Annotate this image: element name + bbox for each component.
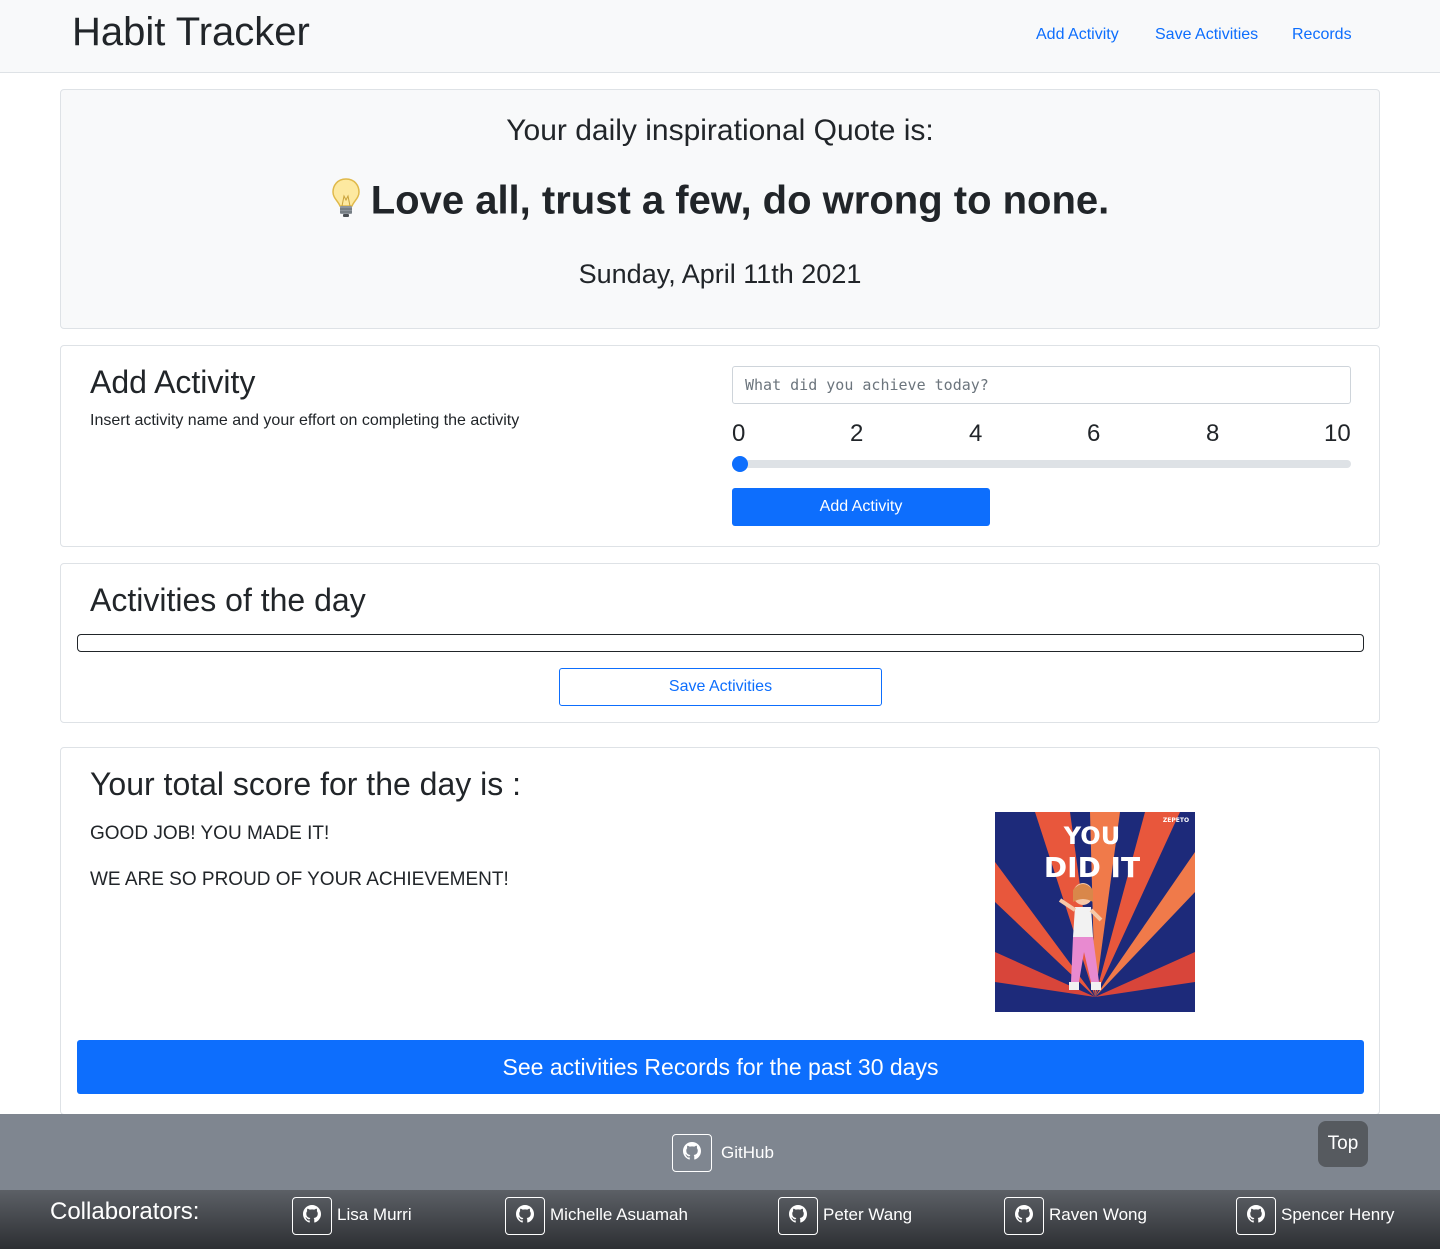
- collaborator-name[interactable]: Raven Wong: [1049, 1205, 1147, 1225]
- score-card: Your total score for the day is : GOOD J…: [60, 747, 1380, 1115]
- collaborator-name[interactable]: Lisa Murri: [337, 1205, 412, 1225]
- github-icon: [516, 1204, 534, 1228]
- nav-add-activity[interactable]: Add Activity: [1036, 26, 1119, 44]
- collaborator-name[interactable]: Spencer Henry: [1281, 1205, 1394, 1225]
- image-caption: DID IT: [1044, 851, 1140, 884]
- collaborator-github-link[interactable]: [778, 1197, 818, 1235]
- nav-records[interactable]: Records: [1292, 26, 1352, 44]
- collaborator-github-link[interactable]: [1004, 1197, 1044, 1235]
- score-title: Your total score for the day is :: [90, 766, 522, 802]
- add-activity-title: Add Activity: [90, 364, 256, 400]
- github-link[interactable]: [672, 1134, 712, 1172]
- activities-title: Activities of the day: [90, 582, 366, 618]
- github-icon: [1247, 1204, 1265, 1228]
- navbar: Habit Tracker Add Activity Save Activiti…: [0, 0, 1440, 73]
- add-activity-description: Insert activity name and your effort on …: [90, 412, 520, 429]
- brand-title[interactable]: Habit Tracker: [72, 10, 310, 55]
- collaborator-github-link[interactable]: [292, 1197, 332, 1235]
- slider-tick-label: 8: [1206, 420, 1220, 447]
- footer-collaborators-bar: Collaborators: Lisa Murri Michelle Asuam…: [0, 1190, 1440, 1249]
- github-icon: [683, 1141, 701, 1165]
- add-activity-button[interactable]: Add Activity: [732, 488, 990, 526]
- collaborator-github-link[interactable]: [1236, 1197, 1276, 1235]
- collaborator-github-link[interactable]: [505, 1197, 545, 1235]
- you-did-it-image: YOU DID IT ZEPETO: [995, 812, 1195, 1012]
- slider-tick-label: 6: [1087, 420, 1101, 447]
- slider-tick-label: 4: [969, 420, 983, 447]
- collaborators-label: Collaborators:: [50, 1198, 200, 1225]
- slider-tick-label: 0: [732, 420, 746, 447]
- activities-list: [77, 634, 1364, 652]
- slider-tick-label: 2: [850, 420, 864, 447]
- score-message: WE ARE SO PROUD OF YOUR ACHIEVEMENT!: [90, 869, 509, 890]
- add-activity-card: Add Activity Insert activity name and yo…: [60, 345, 1380, 547]
- quote-intro: Your daily inspirational Quote is:: [506, 114, 934, 147]
- nav-save-activities[interactable]: Save Activities: [1155, 26, 1258, 44]
- effort-slider-track[interactable]: [732, 460, 1351, 468]
- github-icon: [1015, 1204, 1033, 1228]
- footer-github-bar: GitHub: [0, 1114, 1440, 1190]
- github-icon: [789, 1204, 807, 1228]
- image-brand: ZEPETO: [1163, 817, 1189, 824]
- activity-name-input[interactable]: [732, 366, 1351, 404]
- score-message: GOOD JOB! YOU MADE IT!: [90, 823, 330, 844]
- lightbulb-icon: [331, 177, 361, 229]
- github-label[interactable]: GitHub: [721, 1143, 774, 1163]
- quote-card: Your daily inspirational Quote is: Love …: [60, 89, 1380, 329]
- activities-card: Activities of the day Save Activities: [60, 563, 1380, 723]
- save-activities-button[interactable]: Save Activities: [559, 668, 882, 706]
- collaborator-name[interactable]: Peter Wang: [823, 1205, 912, 1225]
- scroll-top-button[interactable]: Top: [1318, 1121, 1368, 1167]
- effort-slider-thumb[interactable]: [732, 456, 748, 472]
- collaborator-name[interactable]: Michelle Asuamah: [550, 1205, 688, 1225]
- image-caption: YOU: [1063, 822, 1120, 850]
- quote-date: Sunday, April 11th 2021: [578, 259, 862, 289]
- github-icon: [303, 1204, 321, 1228]
- see-records-button[interactable]: See activities Records for the past 30 d…: [77, 1040, 1364, 1094]
- slider-tick-label: 10: [1324, 420, 1351, 447]
- quote-text: Love all, trust a few, do wrong to none.: [370, 178, 1110, 223]
- quote-line: Love all, trust a few, do wrong to none.: [61, 177, 1379, 229]
